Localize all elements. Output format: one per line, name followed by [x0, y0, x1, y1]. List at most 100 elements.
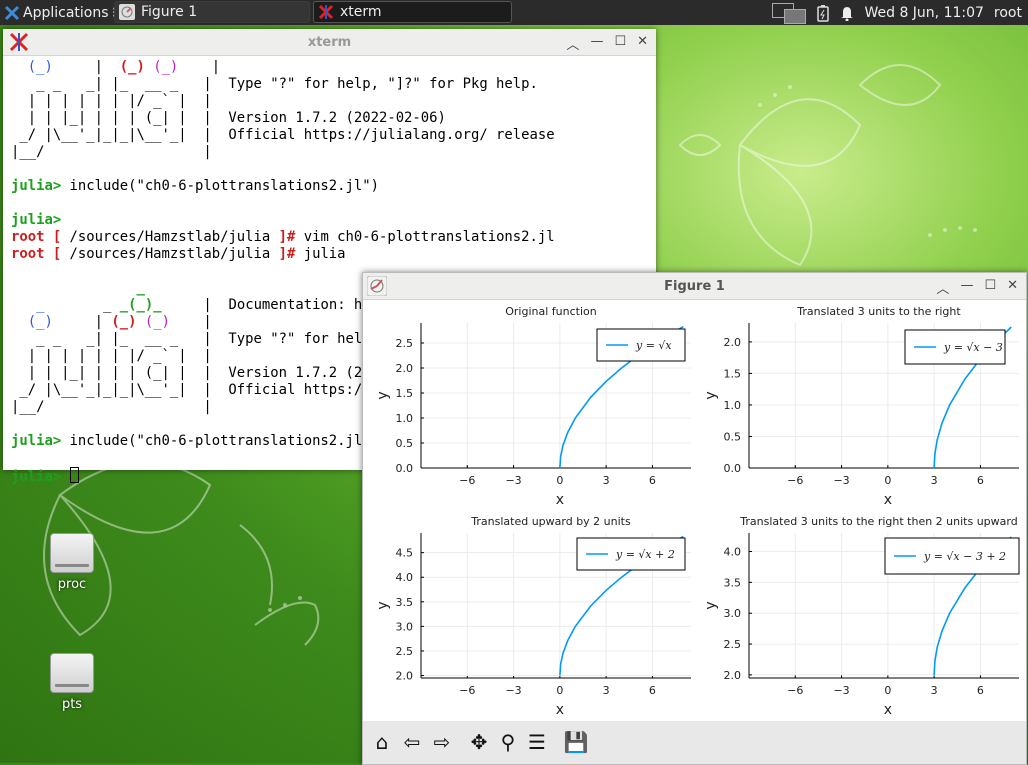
- terminal-text: _: [44, 297, 120, 313]
- terminal-line: _/ |\__'_|_|_|\__'_| | Official https://…: [11, 127, 656, 144]
- subplot: Translated 3 units to the right then 2 u…: [703, 515, 1020, 718]
- x-tick-label: 0: [556, 684, 563, 697]
- x-tick-label: −3: [505, 474, 521, 487]
- zoom-button[interactable]: ⚲: [495, 729, 521, 755]
- maximize-button[interactable]: ☐: [614, 34, 626, 53]
- subplot-title: Translated 3 units to the right then 2 u…: [739, 515, 1017, 528]
- terminal-text: (_): [153, 59, 179, 75]
- close-button[interactable]: ✕: [637, 34, 648, 53]
- taskbar-item-figure1[interactable]: Figure 1: [114, 1, 310, 23]
- y-tick-label: 1.5: [396, 387, 414, 400]
- window-shade-button[interactable]: ︿: [566, 34, 579, 53]
- back-button[interactable]: ⇦: [399, 729, 425, 755]
- desktop-icon-proc[interactable]: proc: [32, 533, 112, 592]
- terminal-text: julia: [295, 246, 346, 262]
- terminal-text: ]#: [278, 229, 296, 245]
- x-tick-label: −3: [505, 684, 521, 697]
- workspace-switcher-icon[interactable]: [772, 3, 807, 24]
- terminal-text: |__/ |: [11, 144, 212, 160]
- y-tick-label: 2.0: [724, 336, 742, 349]
- magnifier-icon: ⚲: [500, 730, 516, 754]
- panel-tray: Wed 8 Jun, 11:07 root: [772, 3, 1022, 24]
- x-tick-label: −3: [833, 474, 849, 487]
- x-tick-label: 6: [649, 684, 656, 697]
- terminal-text: | Documentation: htt: [161, 297, 380, 313]
- clock[interactable]: Wed 8 Jun, 11:07: [864, 5, 983, 21]
- notification-bell-icon[interactable]: [840, 5, 854, 21]
- terminal-text: ]#: [278, 246, 296, 262]
- y-tick-label: 0.5: [724, 430, 742, 443]
- terminal-text: |: [52, 314, 112, 330]
- taskbar-item-label: xterm: [340, 4, 382, 20]
- x-tick-label: 3: [931, 684, 938, 697]
- user-menu[interactable]: root: [994, 5, 1022, 21]
- drive-icon: [50, 653, 94, 693]
- x-axis-label: x: [884, 702, 892, 718]
- y-tick-label: 3.0: [396, 620, 414, 633]
- y-tick-label: 1.0: [396, 412, 414, 425]
- terminal-text: (_): [27, 59, 53, 75]
- y-tick-label: 4.0: [724, 546, 742, 559]
- terminal-text: _: [136, 280, 145, 296]
- forward-button[interactable]: ⇨: [429, 729, 455, 755]
- y-axis-label: y: [703, 391, 719, 399]
- desktop-icon-label: proc: [57, 577, 87, 592]
- terminal-text: _ _ _| |_ __ _ | Type "?" for help,: [11, 331, 379, 347]
- terminal-text: | | | | | | |/ _` | |: [11, 93, 212, 109]
- x-tick-label: −6: [787, 684, 803, 697]
- y-tick-label: 2.5: [724, 638, 742, 651]
- y-tick-label: 3.5: [396, 596, 414, 609]
- subplot-title: Translated 3 units to the right: [796, 305, 961, 318]
- terminal-text: julia>: [11, 469, 62, 485]
- terminal-text: julia>: [11, 178, 62, 194]
- minimize-button[interactable]: —: [590, 34, 603, 53]
- pan-button[interactable]: ✥: [466, 729, 492, 755]
- terminal-text: _ _ _| |_ __ _ | Type "?" for help, "]?"…: [11, 76, 538, 92]
- subplot: Translated 3 units to the right −6 −3 0 3 6 0.…: [703, 305, 1019, 508]
- battery-icon[interactable]: [816, 4, 830, 22]
- xterm-icon: [318, 4, 334, 20]
- terminal-line: julia>: [11, 212, 656, 229]
- x-tick-label: −6: [459, 684, 475, 697]
- xterm-titlebar[interactable]: xterm ︿ — ☐ ✕: [3, 29, 656, 56]
- terminal-text: (_): [111, 314, 137, 330]
- home-button[interactable]: ⌂: [369, 729, 395, 755]
- terminal-line: julia> include("ch0-6-plottranslations2.…: [11, 178, 656, 195]
- forward-arrow-icon: ⇨: [433, 730, 451, 754]
- window-shade-button[interactable]: ︿: [936, 278, 949, 297]
- window-title: xterm: [307, 35, 352, 50]
- x-tick-label: −6: [787, 474, 803, 487]
- minimize-button[interactable]: —: [960, 278, 973, 297]
- terminal-text: include("ch0-6-plottranslations2.jl"): [61, 178, 379, 194]
- x-tick-label: 6: [649, 474, 656, 487]
- maximize-button[interactable]: ☐: [984, 278, 996, 297]
- terminal-line: _ _ _| |_ __ _ | Type "?" for help, "]?"…: [11, 76, 656, 93]
- save-button[interactable]: 💾: [563, 729, 589, 755]
- figure-titlebar[interactable]: Figure 1 ︿ — ☐ ✕: [363, 273, 1026, 300]
- applications-x-icon: [4, 5, 20, 20]
- configure-button[interactable]: ☰: [524, 729, 550, 755]
- y-tick-label: 2.0: [724, 669, 742, 682]
- window-title: Figure 1: [664, 279, 725, 294]
- x-tick-label: 3: [603, 684, 610, 697]
- terminal-line: (_) | (_) (_) |: [11, 59, 656, 76]
- y-tick-label: 4.0: [396, 571, 414, 584]
- applications-menu[interactable]: Applications ⁝: [4, 3, 116, 22]
- x-tick-label: −3: [833, 684, 849, 697]
- terminal-line: root [ /sources/Hamzstlab/julia ]# vim c…: [11, 229, 656, 246]
- subplot-title: Translated upward by 2 units: [470, 515, 631, 528]
- terminal-text: (_): [119, 59, 145, 75]
- y-tick-label: 1.0: [724, 399, 742, 412]
- terminal-line: |__/ |: [11, 144, 656, 161]
- y-tick-label: 1.5: [724, 367, 742, 380]
- desktop-icon-pts[interactable]: pts: [32, 653, 112, 712]
- floppy-icon: 💾: [563, 730, 589, 754]
- y-tick-label: 4.5: [396, 547, 414, 560]
- figure-canvas[interactable]: Original function −6 −3 0 3 6 0.0 0.5 1.0 1.5 2.0 2…: [363, 300, 1026, 720]
- drive-icon: [50, 533, 94, 573]
- close-button[interactable]: ✕: [1007, 278, 1018, 297]
- taskbar-item-xterm[interactable]: xterm: [313, 1, 512, 23]
